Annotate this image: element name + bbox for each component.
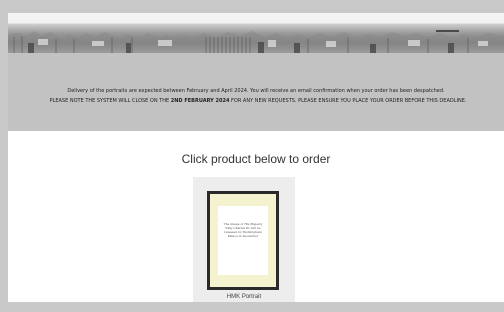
architecture-image <box>8 31 504 53</box>
header-accent-bar <box>436 30 459 32</box>
portrait-mat: The image of His Majesty King Charles II… <box>210 194 276 287</box>
delivery-notice: Delivery of the portraits are expected b… <box>67 88 445 94</box>
portrait-placeholder-text: The image of His Majesty King Charles II… <box>223 222 263 238</box>
header-banner <box>8 13 504 53</box>
portrait-placeholder: The image of His Majesty King Charles II… <box>218 206 268 275</box>
closing-notice-post: FOR ANY NEW REQUESTS. PLEASE ENSURE YOU … <box>229 98 467 104</box>
page-frame: Delivery of the portraits are expected b… <box>8 13 504 302</box>
closing-notice-pre: PLEASE NOTE THE SYSTEM WILL CLOSE ON THE <box>49 98 171 104</box>
product-label[interactable]: HMK Portrait <box>193 294 295 300</box>
product-card-hmk-portrait[interactable]: The image of His Majesty King Charles II… <box>193 177 295 302</box>
portrait-frame-image[interactable]: The image of His Majesty King Charles II… <box>207 191 279 290</box>
page-heading: Click product below to order <box>181 152 331 166</box>
closing-notice: PLEASE NOTE THE SYSTEM WILL CLOSE ON THE… <box>48 97 468 106</box>
notice-panel: Delivery of the portraits are expected b… <box>8 53 504 131</box>
closing-date: 2ND FEBRUARY 2024 <box>170 98 230 104</box>
